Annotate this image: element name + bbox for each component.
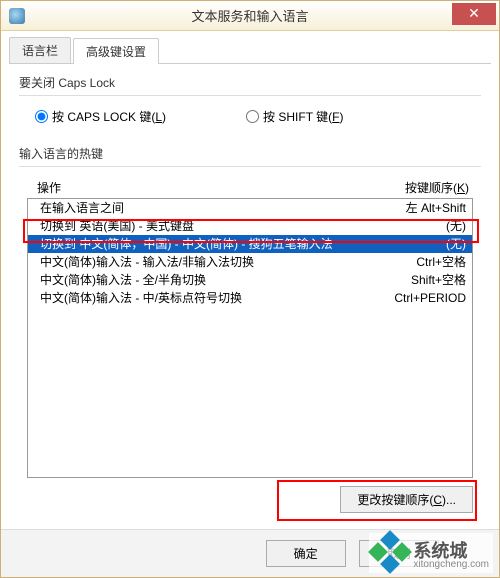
close-button[interactable]: ✕ [452,3,496,25]
list-row[interactable]: 切换到 中文(简体，中国) - 中文(简体) - 搜狗五笔输入法 (无) [28,235,472,253]
row-operation: 中文(简体)输入法 - 输入法/非输入法切换 [40,254,254,270]
radio-capslock-key[interactable]: 按 CAPS LOCK 键(L) [35,108,166,125]
list-header: 操作 按键顺序(K) [27,179,473,196]
tab-language-bar[interactable]: 语言栏 [9,37,71,63]
radio-shift-key[interactable]: 按 SHIFT 键(F) [246,108,343,125]
hotkey-list[interactable]: 在输入语言之间左 Alt+Shift切换到 英语(美国) - 美式键盘(无)切换… [27,198,473,478]
list-row[interactable]: 在输入语言之间 左 Alt+Shift [28,199,472,217]
radio-capslock-input[interactable] [35,110,48,123]
row-operation: 在输入语言之间 [40,200,124,216]
row-operation: 切换到 中文(简体，中国) - 中文(简体) - 搜狗五笔输入法 [40,236,333,252]
group-capslock: 要关闭 Caps Lock 按 CAPS LOCK 键(L) 按 SHIFT 键… [19,74,481,133]
row-keysequence: 左 Alt+Shift [406,200,466,216]
radio-shift-input[interactable] [246,110,259,123]
watermark: 系统城 xitongcheng.com [369,533,493,573]
titlebar: 文本服务和输入语言 ✕ [1,1,499,31]
col-operation: 操作 [37,179,61,196]
tab-advanced-keys[interactable]: 高级键设置 [73,38,159,64]
content-area: 要关闭 Caps Lock 按 CAPS LOCK 键(L) 按 SHIFT 键… [1,64,499,539]
list-row[interactable]: 中文(简体)输入法 - 全/半角切换 Shift+空格 [28,271,472,289]
row-keysequence: Ctrl+空格 [416,254,466,270]
dialog-window: 文本服务和输入语言 ✕ 语言栏 高级键设置 要关闭 Caps Lock 按 CA… [0,0,500,578]
radio-shift-label: 按 SHIFT 键(F) [263,108,343,125]
group-hotkeys-label: 输入语言的热键 [19,145,481,162]
row-operation: 切换到 英语(美国) - 美式键盘 [40,218,194,234]
group-capslock-label: 要关闭 Caps Lock [19,74,481,91]
row-keysequence: (无) [446,236,466,252]
row-operation: 中文(简体)输入法 - 全/半角切换 [40,272,206,288]
watermark-logo-icon [373,535,409,571]
group-hotkeys: 输入语言的热键 操作 按键顺序(K) 在输入语言之间左 Alt+Shift切换到… [19,145,481,517]
list-row[interactable]: 切换到 英语(美国) - 美式键盘 (无) [28,217,472,235]
window-title: 文本服务和输入语言 [1,6,499,25]
list-row[interactable]: 中文(简体)输入法 - 中/英标点符号切换 Ctrl+PERIOD [28,289,472,307]
row-keysequence: Ctrl+PERIOD [394,290,466,306]
row-operation: 中文(简体)输入法 - 中/英标点符号切换 [40,290,242,306]
ok-button[interactable]: 确定 [266,540,346,567]
col-keysequence: 按键顺序(K) [405,179,469,196]
row-keysequence: Shift+空格 [411,272,466,288]
radio-capslock-label: 按 CAPS LOCK 键(L) [52,108,166,125]
row-keysequence: (无) [446,218,466,234]
tab-strip: 语言栏 高级键设置 [9,37,491,64]
list-row[interactable]: 中文(简体)输入法 - 输入法/非输入法切换 Ctrl+空格 [28,253,472,271]
watermark-subtext: xitongcheng.com [413,559,489,570]
change-key-sequence-button[interactable]: 更改按键顺序(C)... [340,486,473,513]
